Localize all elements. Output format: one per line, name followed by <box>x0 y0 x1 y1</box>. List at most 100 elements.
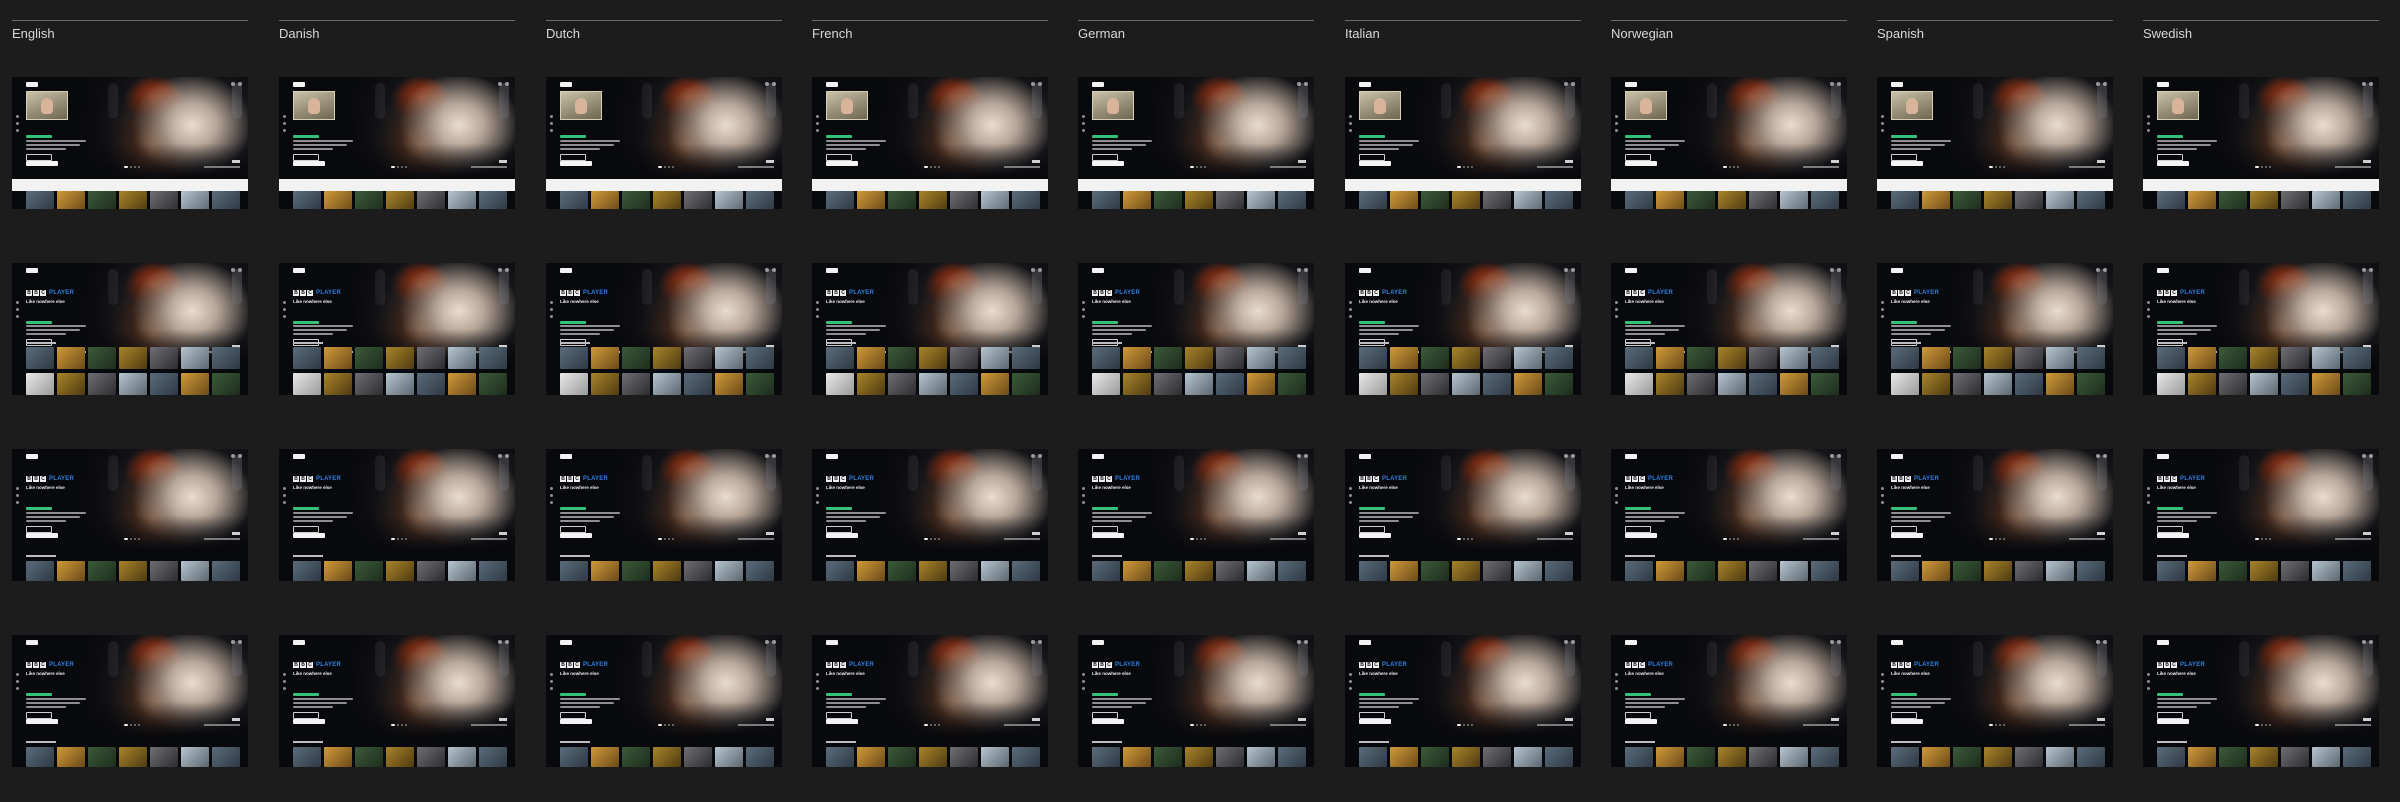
content-tile[interactable] <box>1483 561 1511 581</box>
profile-icon[interactable] <box>1571 82 1575 86</box>
carousel-dot[interactable] <box>124 166 128 168</box>
content-tile[interactable] <box>1012 747 1040 767</box>
nav-item[interactable] <box>1417 82 1427 87</box>
primary-action-button[interactable] <box>1359 719 1391 724</box>
search-icon[interactable] <box>1564 268 1568 272</box>
list-icon[interactable] <box>2147 687 2150 690</box>
content-tile[interactable] <box>1749 347 1777 369</box>
content-tile[interactable] <box>119 373 147 395</box>
content-tile[interactable] <box>715 561 743 581</box>
carousel-dot[interactable] <box>401 166 403 168</box>
watch-button[interactable] <box>826 154 852 161</box>
nav-item[interactable] <box>1949 454 1959 459</box>
content-tile[interactable] <box>622 561 650 581</box>
watch-button[interactable] <box>560 712 586 719</box>
content-tile[interactable] <box>2312 191 2340 209</box>
content-tile[interactable] <box>2015 747 2043 767</box>
content-tile[interactable] <box>2219 373 2247 395</box>
carousel-dot[interactable] <box>130 538 132 540</box>
screen-preview[interactable] <box>1078 77 1314 209</box>
carousel-dot[interactable] <box>2255 724 2259 726</box>
nav-item[interactable] <box>1359 82 1371 87</box>
watch-button[interactable] <box>26 712 52 719</box>
content-tile[interactable] <box>2250 561 2278 581</box>
content-tile[interactable] <box>1514 347 1542 369</box>
list-icon[interactable] <box>283 315 286 318</box>
nav-item[interactable] <box>1122 454 1132 459</box>
nav-item[interactable] <box>576 640 586 645</box>
nav-item[interactable] <box>604 454 614 459</box>
content-tile[interactable] <box>1984 347 2012 369</box>
content-tile[interactable] <box>386 561 414 581</box>
content-tile[interactable] <box>1216 347 1244 369</box>
content-tile[interactable] <box>324 347 352 369</box>
nav-item[interactable] <box>898 268 908 273</box>
content-tile[interactable] <box>591 747 619 767</box>
carousel-dot[interactable] <box>938 538 940 540</box>
watch-button[interactable] <box>1625 712 1651 719</box>
content-tile[interactable] <box>1483 747 1511 767</box>
nav-item[interactable] <box>1963 640 1973 645</box>
content-tile[interactable] <box>715 191 743 209</box>
carousel-dot[interactable] <box>134 724 136 726</box>
nav-item[interactable] <box>2201 454 2211 459</box>
screen-preview[interactable]: B B C PLAYER Like nowhere else <box>279 263 515 395</box>
content-tile[interactable] <box>950 347 978 369</box>
search-icon[interactable] <box>1031 640 1035 644</box>
nav-item[interactable] <box>84 82 94 87</box>
content-tile[interactable] <box>746 373 774 395</box>
search-icon[interactable] <box>16 122 19 125</box>
home-icon[interactable] <box>1615 115 1618 118</box>
content-tile[interactable] <box>212 191 240 209</box>
carousel-dot[interactable] <box>1733 166 1735 168</box>
list-icon[interactable] <box>550 501 553 504</box>
content-tile[interactable] <box>1216 747 1244 767</box>
search-icon[interactable] <box>1297 454 1301 458</box>
carousel-dot[interactable] <box>1471 538 1473 540</box>
search-icon[interactable] <box>765 268 769 272</box>
list-icon[interactable] <box>1082 315 1085 318</box>
carousel-dot[interactable] <box>124 538 128 540</box>
watch-button[interactable] <box>1625 154 1651 161</box>
carousel-dot[interactable] <box>1737 538 1739 540</box>
content-tile[interactable] <box>181 347 209 369</box>
nav-item[interactable] <box>1092 454 1104 459</box>
content-tile[interactable] <box>1483 347 1511 369</box>
content-tile[interactable] <box>1421 561 1449 581</box>
nav-item[interactable] <box>337 82 347 87</box>
home-icon[interactable] <box>2147 115 2150 118</box>
list-icon[interactable] <box>1082 129 1085 132</box>
search-icon[interactable] <box>1615 122 1618 125</box>
nav-item[interactable] <box>1431 268 1441 273</box>
content-tile[interactable] <box>826 561 854 581</box>
nav-item[interactable] <box>1108 640 1118 645</box>
content-tile[interactable] <box>684 373 712 395</box>
content-tile[interactable] <box>591 561 619 581</box>
nav-item[interactable] <box>1122 640 1132 645</box>
watch-button[interactable] <box>2157 154 2183 161</box>
nav-item[interactable] <box>870 268 880 273</box>
content-tile[interactable] <box>888 191 916 209</box>
nav-item[interactable] <box>590 640 600 645</box>
nav-item[interactable] <box>898 454 908 459</box>
content-tile[interactable] <box>2281 561 2309 581</box>
home-icon[interactable] <box>1881 673 1884 676</box>
list-icon[interactable] <box>2147 129 2150 132</box>
home-icon[interactable] <box>283 487 286 490</box>
content-tile[interactable] <box>1811 561 1839 581</box>
content-tile[interactable] <box>448 561 476 581</box>
nav-item[interactable] <box>42 268 52 273</box>
screen-preview[interactable]: B B C PLAYER Like nowhere else <box>1345 635 1581 767</box>
content-tile[interactable] <box>1483 373 1511 395</box>
carousel-dot[interactable] <box>672 724 674 726</box>
carousel-dot[interactable] <box>672 538 674 540</box>
content-tile[interactable] <box>2250 347 2278 369</box>
content-tile[interactable] <box>448 347 476 369</box>
profile-icon[interactable] <box>2103 268 2107 272</box>
carousel-dot[interactable] <box>1200 724 1202 726</box>
content-tile[interactable] <box>181 561 209 581</box>
content-tile[interactable] <box>2219 347 2247 369</box>
nav-item[interactable] <box>1625 268 1637 273</box>
content-tile[interactable] <box>448 747 476 767</box>
screen-preview[interactable] <box>279 77 515 209</box>
